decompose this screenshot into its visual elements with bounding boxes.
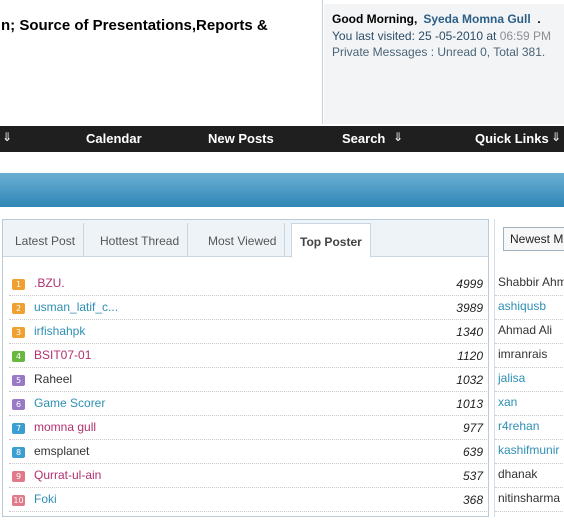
poster-row: 7 momna gull 977: [9, 416, 487, 440]
header-banner: n; Source of Presentations,Reports &: [0, 0, 323, 124]
tab-bar: Latest Post Hottest Thread Most Viewed T…: [3, 220, 488, 258]
post-count: 4999: [456, 277, 483, 291]
post-count: 368: [462, 493, 483, 507]
nav-search[interactable]: Search: [342, 131, 385, 146]
row-divider: [495, 367, 564, 368]
navbar: ⇓ Calendar New Posts Search ⇓ Quick Link…: [0, 126, 564, 152]
tab-hottest-thread[interactable]: Hottest Thread: [92, 223, 189, 257]
member-name-link[interactable]: xan: [498, 395, 517, 409]
post-count: 1032: [456, 373, 483, 387]
poster-row: 10 Foki 368: [9, 488, 487, 512]
member-name-link[interactable]: ashiqusb: [498, 299, 546, 313]
member-name-link[interactable]: dhanak: [498, 467, 537, 481]
row-divider: [495, 391, 564, 392]
post-count: 1120: [457, 349, 483, 363]
poster-name-link[interactable]: Raheel: [34, 372, 72, 386]
post-count: 639: [462, 445, 483, 459]
post-count: 537: [462, 469, 483, 483]
greeting-trail: .: [537, 12, 541, 26]
poster-row: 5 Raheel 1032: [9, 368, 487, 392]
decorative-band: [0, 173, 564, 207]
member-name-link[interactable]: nitinsharma: [498, 491, 560, 505]
row-divider: [495, 295, 564, 296]
rank-badge-icon: 1: [12, 279, 25, 290]
last-visited: You last visited: 25 -05-2010 at 06:59 P…: [332, 29, 551, 43]
rank-badge-icon: 7: [12, 423, 25, 434]
stats-widget: Latest Post Hottest Thread Most Viewed T…: [2, 219, 489, 517]
poster-name-link[interactable]: Qurrat-ul-ain: [34, 468, 101, 482]
search-dropdown-icon[interactable]: ⇓: [393, 130, 403, 144]
member-name-link[interactable]: Shabbir Ahm: [498, 275, 564, 289]
member-name-link[interactable]: r4rehan: [498, 419, 539, 433]
rank-badge-icon: 9: [12, 471, 25, 482]
post-count: 977: [462, 421, 483, 435]
side-panel: Newest M Shabbir Ahm ashiqusb Ahmad Ali imr…: [494, 219, 564, 517]
rank-badge-icon: 8: [12, 447, 25, 458]
tab-latest-post[interactable]: Latest Post: [7, 223, 85, 257]
post-count: 1340: [456, 325, 483, 339]
poster-row: 9 Qurrat-ul-ain 537: [9, 464, 487, 488]
row-divider: [495, 511, 564, 512]
poster-row: 1 .BZU. 4999: [9, 272, 487, 296]
member-name-link[interactable]: Ahmad Ali: [498, 323, 552, 337]
poster-row: 8 emsplanet 639: [9, 440, 487, 464]
post-count: 3989: [456, 301, 483, 315]
poster-row: 4 BSIT07-01 1120: [9, 344, 487, 368]
row-divider: [495, 439, 564, 440]
member-name-link[interactable]: imranrais: [498, 347, 547, 361]
poster-row: 3 irfishahpk 1340: [9, 320, 487, 344]
quick-links-dropdown-icon[interactable]: ⇓: [551, 130, 561, 144]
rank-badge-icon: 4: [12, 351, 25, 362]
post-count: 1013: [456, 397, 483, 411]
rank-badge-icon: 3: [12, 327, 25, 338]
poster-row: 2 usman_latif_c... 3989: [9, 296, 487, 320]
nav-calendar[interactable]: Calendar: [86, 131, 142, 146]
rank-badge-icon: 6: [12, 399, 25, 410]
newest-members-dropdown[interactable]: Newest M: [503, 227, 564, 251]
poster-name-link[interactable]: .BZU.: [34, 276, 65, 290]
private-messages-link[interactable]: Private Messages : Unread 0, Total 381.: [332, 45, 545, 59]
poster-name-link[interactable]: Game Scorer: [34, 396, 105, 410]
nav-new-posts[interactable]: New Posts: [208, 131, 274, 146]
row-divider: [495, 463, 564, 464]
greeting-text: Good Morning,: [332, 12, 418, 26]
tab-most-viewed[interactable]: Most Viewed: [200, 223, 286, 257]
visited-label: You last visited: 25 -05-2010 at: [332, 29, 497, 43]
welcome-panel: Good Morning, Syeda Momna Gull . You last…: [324, 4, 564, 124]
username-link[interactable]: Syeda Momna Gull: [423, 12, 530, 26]
poster-name-link[interactable]: Foki: [34, 492, 57, 506]
greeting: Good Morning, Syeda Momna Gull .: [332, 12, 541, 26]
poster-name-link[interactable]: momna gull: [34, 420, 96, 434]
visited-time: 06:59 PM: [499, 29, 552, 43]
row-divider: [495, 487, 564, 488]
row-divider: [495, 343, 564, 344]
poster-name-link[interactable]: usman_latif_c...: [34, 300, 118, 314]
site-title: n; Source of Presentations,Reports &: [1, 17, 268, 34]
row-divider: [495, 415, 564, 416]
rank-badge-icon: 2: [12, 303, 25, 314]
poster-name-link[interactable]: BSIT07-01: [34, 348, 91, 362]
rank-badge-icon: 5: [12, 375, 25, 386]
tab-top-poster[interactable]: Top Poster: [291, 223, 371, 258]
row-divider: [495, 319, 564, 320]
member-name-link[interactable]: kashifmunir: [498, 443, 559, 457]
nav-quick-links[interactable]: Quick Links: [475, 131, 549, 146]
poster-name-link[interactable]: emsplanet: [34, 444, 89, 458]
poster-row: 6 Game Scorer 1013: [9, 392, 487, 416]
double-chevron-icon[interactable]: ⇓: [2, 130, 12, 144]
member-name-link[interactable]: jalisa: [498, 371, 525, 385]
poster-name-link[interactable]: irfishahpk: [34, 324, 85, 338]
rank-badge-icon: 10: [12, 495, 25, 506]
